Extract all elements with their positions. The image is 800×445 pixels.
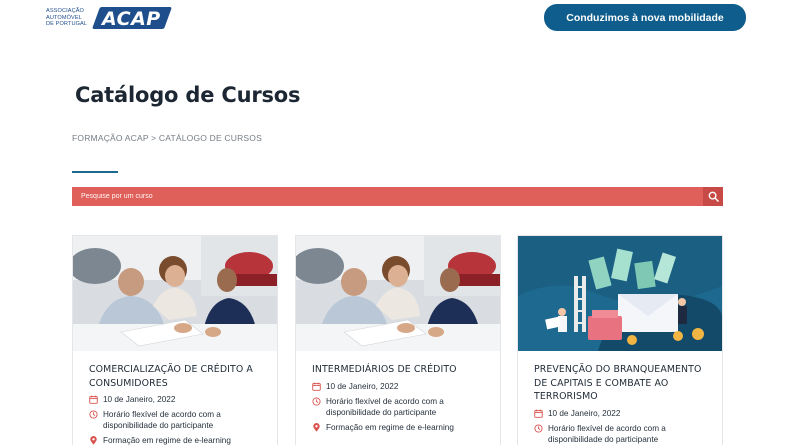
course-date: 10 de Janeiro, 2022: [534, 408, 706, 419]
course-schedule: Horário flexível de acordo com a disponi…: [89, 409, 261, 431]
logo-text-line: ASSOCIAÇÃO: [46, 8, 84, 15]
course-title[interactable]: INTERMEDIÁRIOS DE CRÉDITO: [312, 363, 484, 377]
logo-mark: ACAP: [91, 7, 173, 30]
page-title: Catálogo de Cursos: [75, 83, 301, 107]
course-date: 10 de Janeiro, 2022: [312, 381, 484, 392]
location-pin-icon: [90, 436, 97, 445]
calendar-icon: [89, 395, 98, 404]
course-image[interactable]: [296, 236, 500, 351]
course-image[interactable]: [73, 236, 277, 351]
course-title[interactable]: PREVENÇÃO DO BRANQUEAMENTO DE CAPITAIS E…: [534, 363, 706, 404]
course-schedule: Horário flexível de acordo com a disponi…: [312, 396, 484, 418]
course-date: 10 de Janeiro, 2022: [89, 394, 261, 405]
course-card[interactable]: PREVENÇÃO DO BRANQUEAMENTO DE CAPITAIS E…: [517, 235, 723, 445]
course-schedule-text: Horário flexível de acordo com a disponi…: [548, 423, 666, 444]
calendar-icon: [312, 382, 321, 391]
course-card[interactable]: INTERMEDIÁRIOS DE CRÉDITO 10 de Janeiro,…: [295, 235, 501, 445]
logo-word: ACAP: [102, 8, 161, 30]
course-format-text: Formação em regime de e-learning: [103, 436, 231, 445]
title-divider: [72, 171, 118, 173]
course-format: Formação em regime de e-learning: [89, 435, 261, 445]
cta-button[interactable]: Conduzimos à nova mobilidade: [544, 4, 746, 31]
search-bar: [72, 187, 723, 206]
course-date-text: 10 de Janeiro, 2022: [103, 395, 176, 404]
clock-icon: [534, 423, 543, 433]
people-signing-contract-photo: [296, 236, 500, 351]
search-button[interactable]: [703, 187, 723, 206]
course-format: Formação em regime de e-learning: [312, 422, 484, 433]
clock-icon: [89, 410, 98, 419]
breadcrumb[interactable]: FORMAÇÃO ACAP > CATÁLOGO DE CURSOS: [72, 133, 262, 143]
search-icon: [708, 191, 719, 202]
logo-text: ASSOCIAÇÃO AUTOMÓVEL DE PORTUGAL: [46, 8, 90, 27]
course-title[interactable]: COMERCIALIZAÇÃO DE CRÉDITO A CONSUMIDORE…: [89, 363, 261, 390]
course-schedule: Horário flexível de acordo com a disponi…: [534, 423, 706, 445]
location-pin-icon: [313, 422, 320, 432]
course-card[interactable]: COMERCIALIZAÇÃO DE CRÉDITO A CONSUMIDORE…: [72, 235, 278, 445]
people-signing-contract-photo: [73, 236, 277, 351]
course-image[interactable]: [518, 236, 722, 351]
clock-icon: [312, 396, 321, 406]
calendar-icon: [534, 409, 543, 418]
logo-text-line: DE PORTUGAL: [46, 21, 88, 28]
course-format-text: Formação em regime de e-learning: [326, 422, 454, 432]
course-date-text: 10 de Janeiro, 2022: [326, 381, 399, 391]
search-input[interactable]: [72, 187, 703, 206]
acap-logo[interactable]: ASSOCIAÇÃO AUTOMÓVEL DE PORTUGAL ACAP: [46, 6, 174, 30]
course-date-text: 10 de Janeiro, 2022: [548, 408, 621, 418]
course-schedule-text: Horário flexível de acordo com a disponi…: [326, 396, 444, 417]
money-laundering-illustration: [518, 236, 722, 351]
course-schedule-text: Horário flexível de acordo com a disponi…: [103, 410, 221, 430]
